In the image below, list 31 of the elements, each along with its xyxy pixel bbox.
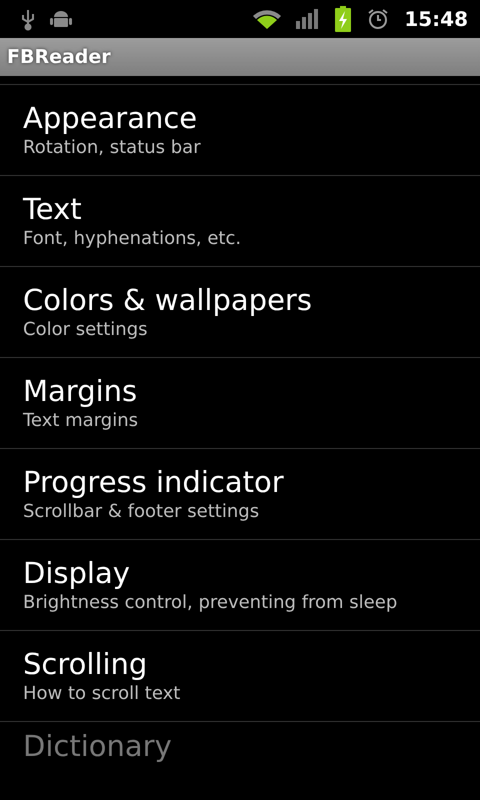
item-title: Display	[23, 555, 131, 591]
signal-icon	[296, 8, 320, 30]
wifi-icon	[252, 8, 282, 30]
item-summary: Scrollbar & footer settings	[23, 500, 260, 524]
settings-item[interactable]: Display Brightness control, preventing from sleep	[0, 540, 480, 631]
item-title: Colors & wallpapers	[23, 282, 313, 318]
item-summary: Brightness control, preventing from sleep	[23, 591, 398, 615]
battery-charging-icon	[334, 6, 352, 32]
item-summary: Font, hyphenations, etc.	[23, 227, 242, 251]
clock-time: 15:48	[404, 7, 468, 31]
item-summary: Color settings	[23, 318, 148, 342]
item-title: Dictionary	[23, 728, 173, 764]
settings-item[interactable]: Progress indicator Scrollbar & footer settings	[0, 449, 480, 540]
item-title: Text	[23, 191, 83, 227]
item-title: Appearance	[23, 100, 198, 136]
settings-item[interactable]: Text Font, hyphenations, etc.	[0, 176, 480, 267]
item-title: Margins	[23, 373, 138, 409]
settings-item[interactable]: Appearance Rotation, status bar	[0, 85, 480, 176]
item-title: Scrolling	[23, 646, 148, 682]
settings-item[interactable]: Margins Text margins	[0, 358, 480, 449]
item-title: Progress indicator	[23, 464, 285, 500]
settings-item[interactable]: Colors & wallpapers Color settings	[0, 267, 480, 358]
alarm-clock-icon	[366, 7, 390, 31]
usb-icon	[20, 7, 36, 31]
item-summary: Text margins	[23, 409, 139, 433]
settings-item[interactable]: Dictionary	[0, 722, 480, 800]
window-title: FBReader	[7, 46, 111, 68]
item-summary: Rotation, status bar	[23, 136, 202, 160]
item-summary: How to scroll text	[23, 682, 182, 706]
settings-item[interactable]: Scrolling How to scroll text	[0, 631, 480, 722]
android-icon	[50, 8, 72, 30]
